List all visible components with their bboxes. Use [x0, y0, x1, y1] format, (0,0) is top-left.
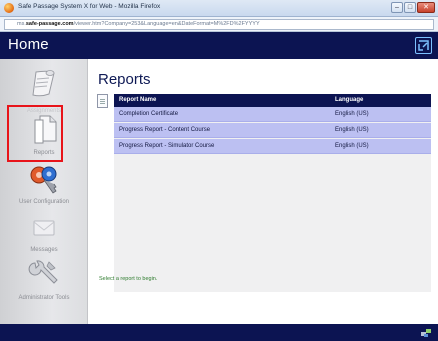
url-domain: safe-passage.com [25, 21, 74, 27]
wrench-icon [28, 260, 58, 284]
report-document-icon [97, 94, 108, 108]
envelope-icon [33, 220, 55, 236]
main-content: Reports Report Name Language Completion … [89, 59, 438, 324]
minimize-button[interactable]: – [391, 2, 403, 13]
report-name-cell: Completion Certificate [119, 111, 179, 117]
sidebar-item-label: Messages [30, 247, 58, 253]
table-row[interactable]: Completion Certificate English (US) [114, 107, 431, 122]
keys-icon [30, 166, 57, 194]
reports-table: Report Name Language Completion Certific… [114, 94, 431, 292]
network-status-icon [421, 329, 431, 337]
address-bar: ms.safe-passage.com/viewer.htm?Company=2… [0, 17, 438, 32]
table-row[interactable]: Progress Report - Content Course English… [114, 123, 431, 138]
url-path: /viewer.htm?Company=253&Language=en&Date… [73, 21, 260, 27]
exit-icon[interactable] [415, 37, 432, 54]
sidebar-item-label: Administrator Tools [18, 295, 70, 301]
column-header-language: Language [335, 97, 364, 103]
page-title: Home [8, 36, 49, 53]
report-name-cell: Progress Report - Simulator Course [119, 143, 215, 149]
hint-text: Select a report to begin. [99, 276, 158, 282]
scroll-icon [32, 70, 55, 97]
window-controls: – □ ✕ [391, 2, 435, 14]
language-cell: English (US) [335, 143, 369, 149]
app-header: Home [0, 32, 438, 59]
title-bar: Safe Passage System X for Web - Mozilla … [0, 0, 438, 17]
language-cell: English (US) [335, 111, 369, 117]
firefox-icon [4, 3, 14, 13]
url-field[interactable]: ms.safe-passage.com/viewer.htm?Company=2… [4, 19, 434, 30]
sidebar-item-label: User Configuration [18, 199, 70, 205]
footer-bar [0, 324, 438, 341]
selection-highlight [7, 105, 63, 162]
close-button[interactable]: ✕ [417, 2, 435, 13]
url-prefix: ms. [17, 21, 26, 27]
sidebar-item-administrator-tools[interactable]: Administrator Tools [0, 255, 88, 315]
report-name-cell: Progress Report - Content Course [119, 127, 211, 133]
browser-window: Safe Passage System X for Web - Mozilla … [0, 0, 438, 341]
sidebar: Assignments Reports User Configuration M… [0, 59, 88, 324]
window-title: Safe Passage System X for Web - Mozilla … [18, 3, 161, 10]
table-row[interactable]: Progress Report - Simulator Course Engli… [114, 139, 431, 154]
column-header-report-name: Report Name [119, 97, 157, 103]
maximize-button[interactable]: □ [404, 2, 416, 13]
section-heading: Reports [98, 71, 151, 88]
table-header: Report Name Language [114, 94, 431, 107]
language-cell: English (US) [335, 127, 369, 133]
